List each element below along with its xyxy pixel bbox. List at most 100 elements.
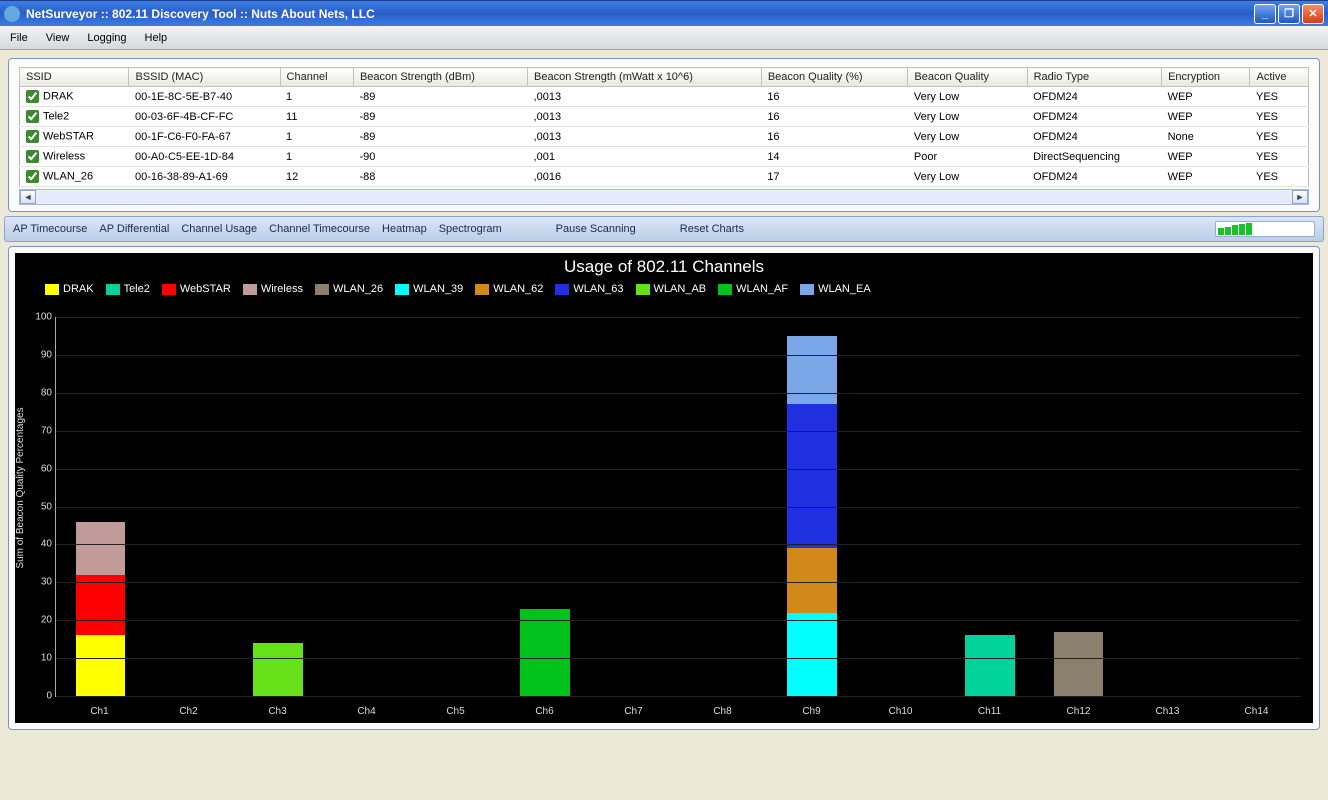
tab-ap-timecourse[interactable]: AP Timecourse (13, 223, 87, 235)
table-cell: 16 (761, 107, 908, 127)
table-header-row: SSIDBSSID (MAC)ChannelBeacon Strength (d… (20, 68, 1309, 87)
window-controls: _ ❐ ✕ (1254, 4, 1324, 24)
gridline (56, 658, 1301, 659)
table-row[interactable]: Wireless00-A0-C5-EE-1D-841-90,00114PoorD… (20, 147, 1309, 167)
column-header[interactable]: Active (1250, 68, 1309, 87)
column-header[interactable]: Beacon Strength (dBm) (353, 68, 527, 87)
chart-legend: DRAKTele2WebSTARWirelessWLAN_26WLAN_39WL… (15, 279, 1313, 301)
app-icon (4, 6, 20, 22)
bar-segment (787, 336, 837, 404)
tab-ap-differential[interactable]: AP Differential (99, 223, 169, 235)
legend-label: WLAN_EA (818, 283, 871, 295)
legend-swatch (800, 284, 814, 295)
legend-label: DRAK (63, 283, 94, 295)
table-cell: 11 (280, 107, 353, 127)
scroll-right-button[interactable]: ► (1292, 190, 1308, 204)
pause-scanning-button[interactable]: Pause Scanning (556, 223, 636, 235)
legend-label: Tele2 (124, 283, 150, 295)
bar-segment (1054, 632, 1104, 696)
table-cell: DirectSequencing (1027, 147, 1161, 167)
table-cell: WEP (1162, 87, 1250, 107)
scroll-left-button[interactable]: ◄ (20, 190, 36, 204)
table-cell: Tele2 (20, 107, 129, 127)
menu-file[interactable]: File (10, 32, 28, 44)
table-cell: ,0013 (528, 107, 762, 127)
tab-channel-timecourse[interactable]: Channel Timecourse (269, 223, 370, 235)
column-header[interactable]: Beacon Quality (%) (761, 68, 908, 87)
menu-view[interactable]: View (46, 32, 70, 44)
xtick-label: Ch14 (1212, 706, 1301, 717)
menu-help[interactable]: Help (145, 32, 168, 44)
xtick-label: Ch9 (767, 706, 856, 717)
legend-item: WLAN_AB (636, 283, 707, 295)
legend-label: WLAN_63 (573, 283, 623, 295)
table-row[interactable]: WebSTAR00-1F-C6-F0-FA-671-89,001316Very … (20, 127, 1309, 147)
table-row[interactable]: DRAK00-1E-8C-5E-B7-401-89,001316Very Low… (20, 87, 1309, 107)
legend-item: WLAN_26 (315, 283, 383, 295)
table-cell: Poor (908, 147, 1027, 167)
close-button[interactable]: ✕ (1302, 4, 1324, 24)
chart-panel: Usage of 802.11 Channels DRAKTele2WebSTA… (8, 246, 1320, 730)
legend-item: WebSTAR (162, 283, 231, 295)
column-header[interactable]: SSID (20, 68, 129, 87)
scroll-track[interactable] (36, 191, 1292, 203)
ytick-label: 50 (28, 501, 52, 512)
column-header[interactable]: Channel (280, 68, 353, 87)
xtick-label: Ch11 (945, 706, 1034, 717)
table-cell: WEP (1162, 167, 1250, 187)
row-checkbox[interactable] (26, 130, 39, 143)
legend-swatch (395, 284, 409, 295)
legend-swatch (315, 284, 329, 295)
menu-logging[interactable]: Logging (87, 32, 126, 44)
gridline (56, 317, 1301, 318)
bar-segment (787, 548, 837, 612)
menubar: File View Logging Help (0, 26, 1328, 50)
row-checkbox[interactable] (26, 150, 39, 163)
reset-charts-button[interactable]: Reset Charts (680, 223, 744, 235)
table-cell: WebSTAR (20, 127, 129, 147)
column-header[interactable]: Beacon Strength (mWatt x 10^6) (528, 68, 762, 87)
table-row[interactable]: WLAN_2600-16-38-89-A1-6912-88,001617Very… (20, 167, 1309, 187)
table-cell: Very Low (908, 87, 1027, 107)
ytick-label: 30 (28, 577, 52, 588)
legend-item: WLAN_63 (555, 283, 623, 295)
ytick-label: 70 (28, 425, 52, 436)
legend-label: WebSTAR (180, 283, 231, 295)
table-cell: 00-03-6F-4B-CF-FC (129, 107, 280, 127)
table-cell: ,0016 (528, 167, 762, 187)
legend-item: WLAN_EA (800, 283, 871, 295)
column-header[interactable]: Encryption (1162, 68, 1250, 87)
row-checkbox[interactable] (26, 90, 39, 103)
legend-swatch (718, 284, 732, 295)
table-row[interactable]: Tele200-03-6F-4B-CF-FC11-89,001316Very L… (20, 107, 1309, 127)
column-header[interactable]: Beacon Quality (908, 68, 1027, 87)
column-header[interactable]: Radio Type (1027, 68, 1161, 87)
bar-segment (787, 613, 837, 696)
ytick-label: 90 (28, 349, 52, 360)
maximize-button[interactable]: ❐ (1278, 4, 1300, 24)
table-cell: OFDM24 (1027, 167, 1161, 187)
legend-item: Tele2 (106, 283, 150, 295)
column-header[interactable]: BSSID (MAC) (129, 68, 280, 87)
ytick-label: 40 (28, 539, 52, 550)
horizontal-scrollbar[interactable]: ◄ ► (19, 189, 1309, 205)
gridline (56, 355, 1301, 356)
tab-spectrogram[interactable]: Spectrogram (439, 223, 502, 235)
table-cell: YES (1250, 147, 1309, 167)
tab-heatmap[interactable]: Heatmap (382, 223, 427, 235)
table-cell: None (1162, 127, 1250, 147)
row-checkbox[interactable] (26, 110, 39, 123)
gridline (56, 582, 1301, 583)
minimize-button[interactable]: _ (1254, 4, 1276, 24)
table-cell: ,001 (528, 147, 762, 167)
gridline (56, 469, 1301, 470)
legend-item: DRAK (45, 283, 94, 295)
table-cell: ,0013 (528, 127, 762, 147)
bar-segment (76, 635, 126, 696)
legend-label: WLAN_AF (736, 283, 788, 295)
titlebar: NetSurveyor :: 802.11 Discovery Tool :: … (0, 0, 1328, 26)
row-checkbox[interactable] (26, 170, 39, 183)
legend-item: WLAN_39 (395, 283, 463, 295)
tab-channel-usage[interactable]: Channel Usage (181, 223, 257, 235)
table-cell: -89 (353, 107, 527, 127)
